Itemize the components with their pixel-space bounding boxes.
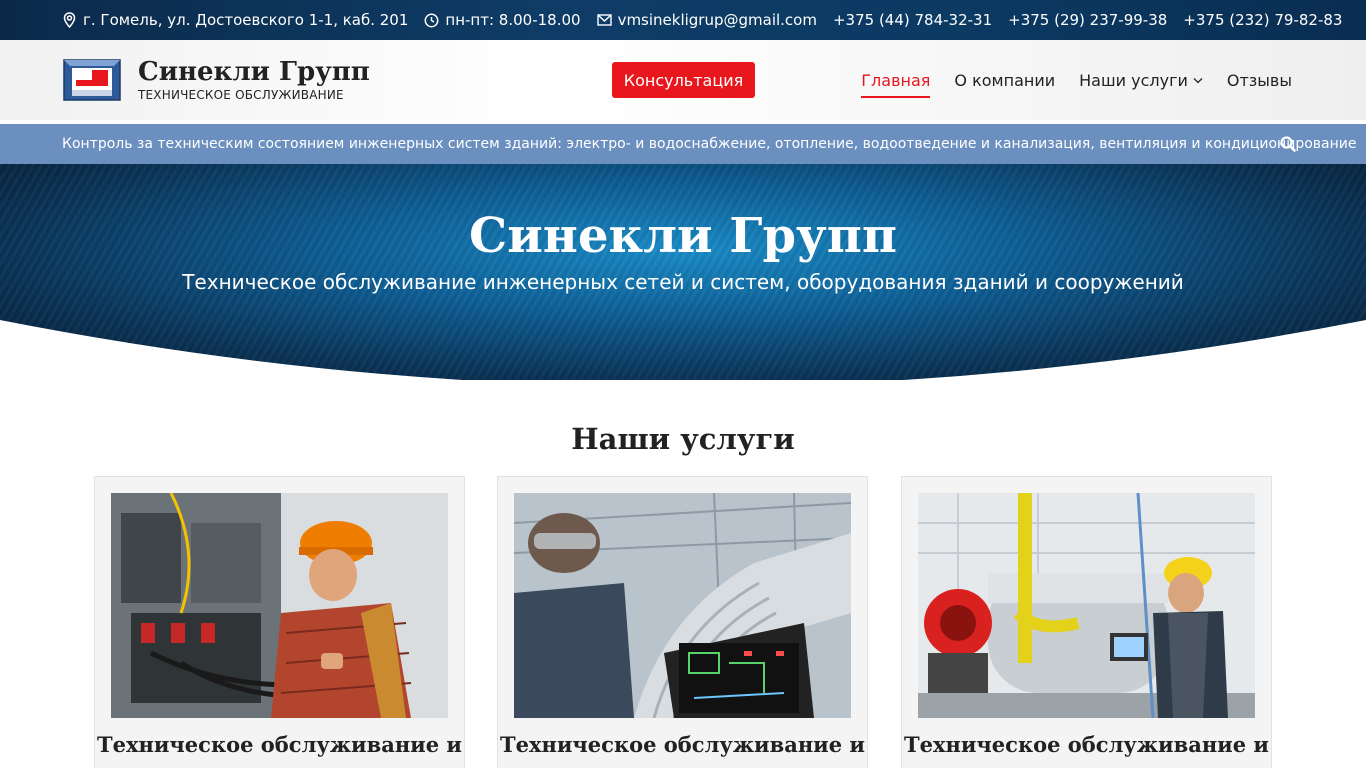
phone-link[interactable]: +375 (44) 784-32-31 (833, 11, 992, 29)
service-image-boiler-room[interactable] (918, 493, 1255, 718)
main-nav: Главная О компании Наши услуги Отзывы (861, 40, 1292, 120)
site-logo[interactable]: Синекли Групп ТЕХНИЧЕСКОЕ ОБСЛУЖИВАНИЕ (62, 58, 370, 102)
address-text: г. Гомель, ул. Достоевского 1-1, каб. 20… (83, 11, 409, 29)
nav-item-home[interactable]: Главная (861, 63, 931, 98)
services-heading: Наши услуги (571, 422, 795, 456)
service-card[interactable]: Техническое обслуживание и (94, 476, 465, 768)
envelope-icon (596, 14, 612, 26)
nav-item-label: О компании (954, 70, 1056, 90)
top-info-bar: г. Гомель, ул. Достоевского 1-1, каб. 20… (0, 0, 1366, 40)
hours-text: пн-пт: 8.00-18.00 (445, 11, 581, 29)
consultation-button[interactable]: Консультация (612, 62, 755, 98)
tagline-text: Контроль за техническим состоянием инжен… (62, 136, 1357, 152)
clock-icon (424, 13, 439, 27)
service-card[interactable]: Техническое обслуживание и (901, 476, 1272, 768)
nav-item-reviews[interactable]: Отзывы (1227, 63, 1292, 98)
search-icon[interactable] (1280, 136, 1296, 152)
phone-list: +375 (44) 784-32-31 +375 (29) 237-99-38 … (833, 11, 1342, 29)
nav-item-label: Главная (861, 70, 931, 90)
logo-subtitle: ТЕХНИЧЕСКОЕ ОБСЛУЖИВАНИЕ (138, 88, 344, 102)
service-card[interactable]: Техническое обслуживание и (497, 476, 868, 768)
phone-link[interactable]: +375 (29) 237-99-38 (1008, 11, 1167, 29)
hours-info: пн-пт: 8.00-18.00 (424, 11, 581, 29)
service-image-electrician[interactable] (111, 493, 448, 718)
logo-title: Синекли Групп (138, 57, 370, 87)
nav-item-label: Отзывы (1226, 70, 1292, 90)
hero-title: Синекли Групп (469, 208, 897, 264)
phone-link[interactable]: +375 (232) 79-82-83 (1183, 11, 1342, 29)
nav-item-about[interactable]: О компании (954, 63, 1055, 98)
site-header: Синекли Групп ТЕХНИЧЕСКОЕ ОБСЛУЖИВАНИЕ К… (0, 40, 1366, 120)
location-pin-icon (63, 12, 76, 28)
service-card-title[interactable]: Техническое обслуживание и (498, 731, 867, 759)
service-card-title[interactable]: Техническое обслуживание и (95, 731, 464, 759)
chevron-down-icon (1193, 77, 1203, 83)
service-card-title[interactable]: Техническое обслуживание и (902, 731, 1271, 759)
logo-icon (63, 59, 121, 101)
hero-subtitle: Техническое обслуживание инженерных сете… (182, 270, 1184, 294)
tagline-bar: Контроль за техническим состоянием инжен… (0, 124, 1366, 164)
nav-item-label: Наши услуги (1079, 70, 1188, 90)
email-link[interactable]: vmsinekligrup@gmail.com (618, 11, 817, 29)
hero-banner: Синекли Групп Техническое обслуживание и… (0, 164, 1366, 380)
nav-item-services[interactable]: Наши услуги (1079, 63, 1203, 98)
email-info[interactable]: vmsinekligrup@gmail.com (596, 11, 817, 29)
address-info: г. Гомель, ул. Достоевского 1-1, каб. 20… (62, 11, 408, 29)
service-image-ventilation[interactable] (514, 493, 851, 718)
